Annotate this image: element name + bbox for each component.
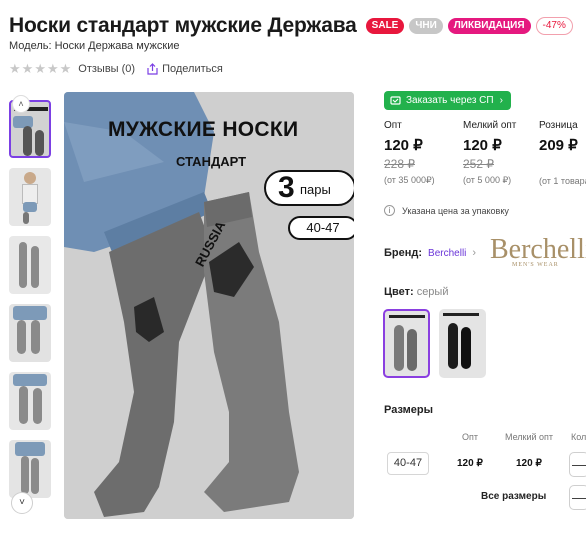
image-size-label: 40-47 <box>288 216 354 240</box>
size-price-small-opt: 120 ₽ <box>516 458 542 469</box>
sale-badge: SALE <box>365 18 405 34</box>
brand-row: Бренд: Berchelli › <box>384 247 476 259</box>
all-sizes-label: Все размеры <box>481 491 547 502</box>
star-icon: ★ <box>59 61 72 76</box>
title-row: Носки стандарт мужские Держава SALE ЧНИ … <box>9 14 573 38</box>
image-pack-word: пары <box>300 182 331 197</box>
sizes-header-opt: Опт <box>462 432 478 442</box>
order-via-sp-button[interactable]: Заказать через СП › <box>384 91 511 110</box>
price-note: i Указана цена за упаковку <box>384 205 509 216</box>
star-icon: ★ <box>34 61 46 76</box>
sizes-header-small-opt: Мелкий опт <box>505 432 554 442</box>
meta-row: ★ ★ ★ ★ ★ Отзывы (0) Поделиться <box>9 62 223 75</box>
price-value: 120 ₽ <box>463 137 502 154</box>
scroll-up-button[interactable]: ˄ <box>12 95 30 113</box>
price-min: (от 1 товара) <box>539 176 586 186</box>
chevron-up-icon: ˄ <box>18 99 24 109</box>
thumbnail-2[interactable] <box>9 168 51 226</box>
price-label: Опт <box>384 120 402 131</box>
star-icon: ★ <box>9 61 21 76</box>
price-value: 209 ₽ <box>539 137 578 154</box>
image-pack-number: 3 <box>278 171 295 204</box>
color-value: серый <box>416 286 449 298</box>
sizes-header-qty: Кол <box>571 432 586 442</box>
price-label: Розница <box>539 120 578 131</box>
thumbnail-5[interactable] <box>9 372 51 430</box>
price-old: 252 ₽ <box>463 157 494 171</box>
size-price-opt: 120 ₽ <box>457 458 483 469</box>
price-old: 228 ₽ <box>384 157 415 171</box>
chni-badge: ЧНИ <box>409 18 443 34</box>
chevron-right-icon: › <box>472 247 477 259</box>
all-sizes-stepper[interactable]: — <box>569 485 586 510</box>
share-icon <box>147 62 158 75</box>
price-min: (от 5 000 ₽) <box>463 175 512 185</box>
chevron-down-icon: ˅ <box>19 497 25 508</box>
model-text: Модель: Носки Держава мужские <box>9 40 180 52</box>
rating-stars: ★ ★ ★ ★ ★ <box>9 62 71 75</box>
price-min: (от 35 000₽) <box>384 175 435 185</box>
share-button[interactable]: Поделиться <box>147 63 223 75</box>
discount-badge: -47% <box>535 17 573 35</box>
color-swatch-black[interactable] <box>439 309 486 378</box>
liquidation-badge: ЛИКВИДАЦИЯ <box>447 18 531 34</box>
thumbnail-3[interactable] <box>9 236 51 294</box>
star-icon: ★ <box>21 61 34 76</box>
order-button-label: Заказать через СП <box>406 95 494 106</box>
thumbnail-strip <box>9 100 53 508</box>
color-row: Цвет: серый <box>384 286 448 298</box>
chevron-right-icon: › <box>499 95 503 106</box>
size-chip[interactable]: 40-47 <box>387 452 429 475</box>
thumbnail-6[interactable] <box>9 440 51 498</box>
scroll-down-button[interactable]: ˅ <box>11 492 33 514</box>
price-note-text: Указана цена за упаковку <box>402 205 509 216</box>
sizes-title: Размеры <box>384 404 434 416</box>
star-icon: ★ <box>46 61 59 76</box>
page-title: Носки стандарт мужские Держава <box>9 14 357 37</box>
brand-label: Бренд: <box>384 247 423 259</box>
price-small-opt: Мелкий опт 120 ₽ 252 ₽ (от 5 000 ₽) <box>463 120 516 186</box>
brand-link[interactable]: Berchelli <box>428 248 466 259</box>
main-product-image[interactable]: МУЖСКИЕ НОСКИ СТАНДАРТ 3 пары 40-47 RUSS… <box>64 92 354 519</box>
color-label: Цвет: <box>384 286 414 298</box>
price-opt: Опт 120 ₽ 228 ₽ (от 35 000₽) <box>384 120 435 186</box>
price-retail: Розница 209 ₽ (от 1 товара) <box>539 120 586 186</box>
brand-logo-sub: MEN'S WEAR <box>512 262 559 268</box>
color-swatch-gray[interactable] <box>383 309 430 378</box>
image-subtitle: СТАНДАРТ <box>176 154 247 169</box>
cart-icon <box>390 96 401 105</box>
thumbnail-4[interactable] <box>9 304 51 362</box>
info-icon: i <box>384 205 395 216</box>
price-label: Мелкий опт <box>463 120 517 131</box>
share-label: Поделиться <box>162 62 223 75</box>
quantity-stepper[interactable]: — <box>569 452 586 477</box>
price-value: 120 ₽ <box>384 137 423 154</box>
reviews-link[interactable]: Отзывы (0) <box>78 63 135 75</box>
image-title: МУЖСКИЕ НОСКИ <box>108 118 299 141</box>
